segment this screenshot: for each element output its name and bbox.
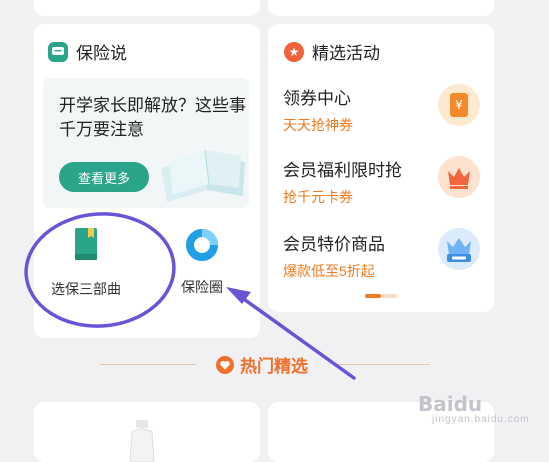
watermark-url: jingyan.baidu.com (432, 414, 530, 425)
baidu-watermark: Baidu jingyan.baidu.com (418, 392, 530, 425)
annotation-arrow (232, 290, 356, 380)
annotation-overlay (24, 212, 356, 380)
highlight-ellipse (24, 212, 176, 328)
watermark-logo: Baidu (418, 392, 483, 416)
